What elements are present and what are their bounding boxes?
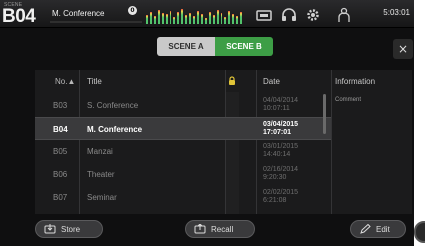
scene-number: B06: [53, 170, 68, 179]
recall-icon: [194, 224, 206, 234]
current-scene-number[interactable]: B04: [2, 6, 36, 28]
headphones-icon[interactable]: [281, 7, 297, 23]
edit-label: Edit: [376, 224, 390, 234]
column-header-information: Information: [335, 77, 376, 86]
column-header-title[interactable]: Title: [87, 77, 102, 86]
info-icon[interactable]: 0: [128, 6, 137, 15]
table-row[interactable]: B07 Seminar 02/02/2015 6:21:08: [35, 186, 331, 209]
close-icon: ×: [397, 42, 409, 56]
scene-number: B03: [53, 101, 68, 110]
device-bezel: [414, 0, 425, 246]
gear-icon[interactable]: [305, 7, 321, 23]
close-button[interactable]: ×: [393, 39, 413, 59]
scene-date: 04/04/2014 10:07:11: [263, 97, 299, 112]
column-divider: [331, 70, 332, 214]
device-knob[interactable]: [414, 221, 425, 243]
scene-number: B07: [53, 193, 68, 202]
scene-date: 03/01/2015 14:40:14: [263, 143, 299, 158]
top-bar: SCENE B04 M. Conference 0 5:03:01: [0, 0, 414, 28]
table-row-selected[interactable]: B04 M. Conference 03/04/2015 17:07:01: [35, 117, 331, 140]
lock-icon[interactable]: [228, 76, 236, 86]
store-icon: [44, 224, 56, 234]
scrollbar[interactable]: [323, 94, 326, 134]
scene-title: Manzai: [87, 147, 113, 156]
scene-list: No.▲ Title Date Information B03 S. Confe…: [35, 70, 412, 214]
mixer-screen: SCENE B04 M. Conference 0 5:03:01 SCENE …: [0, 0, 414, 246]
scene-date: 03/04/2015 17:07:01: [263, 121, 299, 136]
scene-tabs: SCENE A SCENE B: [157, 37, 273, 56]
column-header-no[interactable]: No.▲: [55, 77, 75, 86]
store-label: Store: [61, 224, 81, 234]
store-button[interactable]: Store: [35, 220, 103, 238]
recall-label: Recall: [211, 224, 234, 234]
scene-number: B04: [53, 125, 68, 134]
scene-date: 02/02/2015 6:21:08: [263, 189, 299, 204]
scene-title: Seminar: [87, 193, 117, 202]
edit-button[interactable]: Edit: [350, 220, 406, 238]
list-header: No.▲ Title Date Information: [35, 70, 412, 92]
recall-button[interactable]: Recall: [185, 220, 255, 238]
scene-title: M. Conference: [87, 125, 143, 134]
scene-number: B05: [53, 147, 68, 156]
user-icon[interactable]: [337, 7, 351, 23]
information-comment[interactable]: Comment: [335, 97, 361, 103]
tab-scene-b[interactable]: SCENE B: [215, 37, 273, 56]
scene-date: 02/16/2014 9:20:30: [263, 166, 299, 181]
scene-title: Theater: [87, 170, 115, 179]
scene-title: S. Conference: [87, 101, 139, 110]
scene-title-underline: [50, 21, 142, 23]
column-header-date[interactable]: Date: [263, 77, 280, 86]
tab-scene-a[interactable]: SCENE A: [157, 37, 215, 56]
meter-icon[interactable]: [146, 7, 243, 24]
pencil-icon: [360, 224, 371, 234]
table-row[interactable]: B06 Theater 02/16/2014 9:20:30: [35, 163, 331, 186]
clock: 5:03:01: [383, 8, 410, 17]
table-row[interactable]: B05 Manzai 03/01/2015 14:40:14: [35, 140, 331, 163]
display-icon[interactable]: [256, 7, 272, 23]
current-scene-title[interactable]: M. Conference: [52, 9, 104, 18]
table-row[interactable]: B03 S. Conference 04/04/2014 10:07:11: [35, 94, 331, 117]
